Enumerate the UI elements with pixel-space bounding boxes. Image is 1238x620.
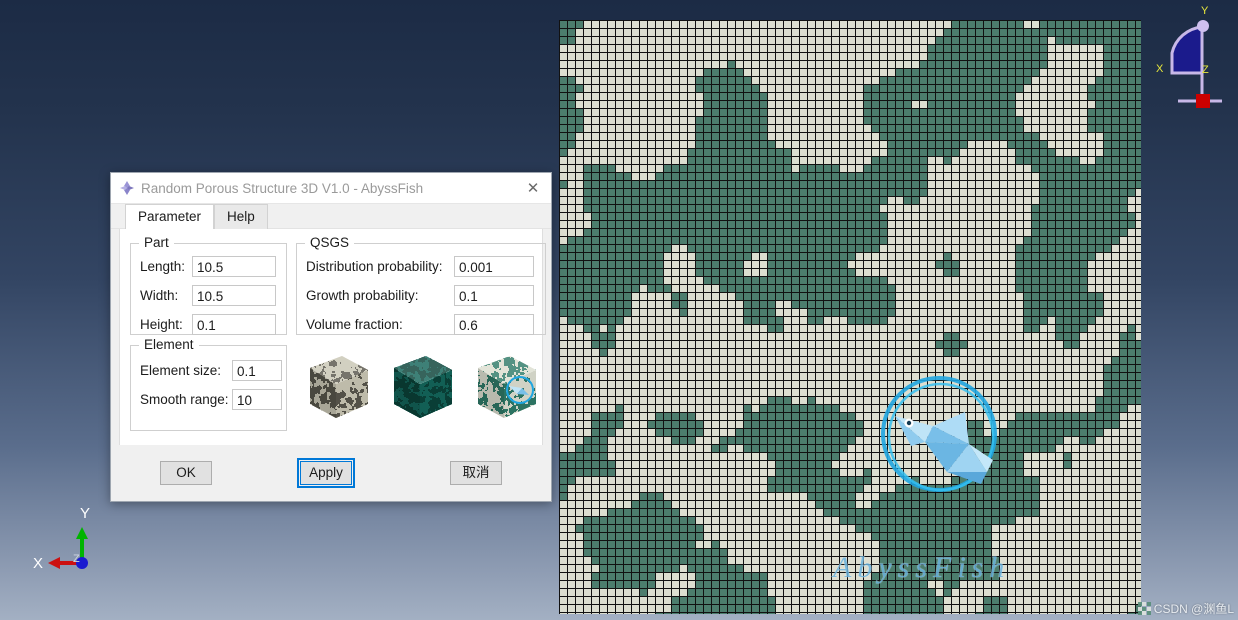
preview-thumbnails — [296, 345, 544, 429]
axis-triad: X Y Z — [30, 505, 120, 585]
field-row-length: Length: 10.5 — [131, 252, 286, 281]
field-row-smooth-range: Smooth range: 10 — [131, 385, 286, 414]
volume-fraction-input[interactable]: 0.6 — [454, 314, 534, 335]
preview-cube-teal[interactable] — [380, 348, 458, 426]
field-row-width: Width: 10.5 — [131, 281, 286, 310]
close-icon[interactable]: ✕ — [515, 174, 551, 203]
rotate-label-y: Y — [1201, 5, 1209, 17]
length-input[interactable]: 10.5 — [192, 256, 276, 277]
group-qsgs: QSGS Distribution probability: 0.001 Gro… — [296, 235, 546, 335]
group-element: Element Element size: 0.1 Smooth range: … — [130, 337, 287, 431]
height-input[interactable]: 0.1 — [192, 314, 276, 335]
group-part-legend: Part — [139, 235, 174, 250]
field-row-height: Height: 0.1 — [131, 310, 286, 339]
volume-fraction-label: Volume fraction: — [306, 317, 403, 332]
height-label: Height: — [140, 317, 183, 332]
element-size-label: Element size: — [140, 363, 222, 378]
tab-help[interactable]: Help — [214, 204, 268, 229]
mesh-viewport[interactable]: AbyssFish — [559, 20, 1141, 614]
tab-parameter[interactable]: Parameter — [125, 204, 215, 229]
smooth-range-label: Smooth range: — [140, 392, 229, 407]
random-porous-structure-dialog: Random Porous Structure 3D V1.0 - AbyssF… — [110, 172, 552, 502]
rotate-label-z: Z — [1202, 64, 1209, 76]
width-label: Width: — [140, 288, 179, 303]
cancel-button[interactable]: 取消 — [450, 461, 502, 485]
csdn-watermark-text: CSDN @渊鱼L — [1153, 602, 1234, 616]
group-element-legend: Element — [139, 337, 199, 352]
dialog-tabpanel: Part Length: 10.5 Width: 10.5 Height: 0.… — [119, 229, 546, 448]
preview-cube-gray[interactable] — [296, 348, 374, 426]
dialog-tabstrip: Parameter Help — [111, 204, 551, 229]
distribution-probability-label: Distribution probability: — [306, 259, 443, 274]
growth-probability-label: Growth probability: — [306, 288, 419, 303]
mesh-grid — [559, 20, 1141, 614]
axis-label-x: X — [33, 555, 44, 572]
distribution-probability-input[interactable]: 0.001 — [454, 256, 534, 277]
preview-cube-mixed[interactable] — [464, 348, 542, 426]
ok-button[interactable]: OK — [160, 461, 212, 485]
smooth-range-input[interactable]: 10 — [232, 389, 282, 410]
dialog-titlebar[interactable]: Random Porous Structure 3D V1.0 - AbyssF… — [111, 173, 551, 204]
group-part: Part Length: 10.5 Width: 10.5 Height: 0.… — [130, 235, 287, 335]
csdn-logo-icon — [1137, 602, 1151, 615]
field-row-growth-probability: Growth probability: 0.1 — [297, 281, 545, 310]
length-label: Length: — [140, 259, 186, 274]
width-input[interactable]: 10.5 — [192, 285, 276, 306]
axis-label-z: Z — [73, 553, 80, 565]
dialog-title: Random Porous Structure 3D V1.0 - AbyssF… — [141, 180, 424, 196]
diamond-app-icon — [119, 180, 135, 196]
view-rotation-widget[interactable]: Y X Z — [1150, 5, 1236, 117]
group-qsgs-legend: QSGS — [305, 235, 355, 250]
growth-probability-input[interactable]: 0.1 — [454, 285, 534, 306]
field-row-distribution-probability: Distribution probability: 0.001 — [297, 252, 545, 281]
field-row-volume-fraction: Volume fraction: 0.6 — [297, 310, 545, 339]
dialog-footer: OK Apply 取消 — [111, 445, 551, 501]
element-size-input[interactable]: 0.1 — [232, 360, 282, 381]
rotate-label-x: X — [1156, 63, 1164, 75]
apply-button[interactable]: Apply — [297, 458, 355, 488]
field-row-element-size: Element size: 0.1 — [131, 356, 286, 385]
axis-label-y: Y — [80, 505, 91, 522]
csdn-watermark: CSDN @渊鱼L — [1137, 600, 1234, 617]
